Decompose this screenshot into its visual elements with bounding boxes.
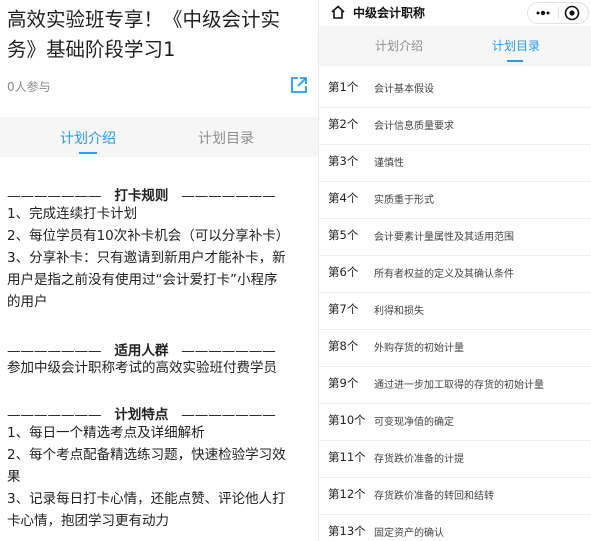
row-title: 利得和损失 <box>374 306 424 317</box>
row-title: 存货跌价准备的计提 <box>374 454 464 465</box>
row-title: 谨慎性 <box>374 158 404 169</box>
catalog-row[interactable]: 第2个 会计信息质量要求 <box>319 107 591 145</box>
tab-plan-catalog[interactable]: 计划目录 <box>198 128 254 148</box>
miniprogram-nav-bar: 中级会计职称 <box>319 0 591 26</box>
row-title: 会计信息质量要求 <box>374 121 454 132</box>
audience-line: 参加中级会计职称考试的高效实验班付费学员 <box>7 360 277 376</box>
row-title: 会计基本假设 <box>374 84 434 95</box>
plan-catalog-panel: 中级会计职称 计划介绍 计划目录 第1个 会计基本假设 第2个 会计信息质量要求 第… <box>318 0 591 541</box>
catalog-row[interactable]: 第12个 存货跌价准备的转回和结转 <box>319 477 591 515</box>
row-title: 固定资产的确认 <box>374 528 444 539</box>
rule-line: 3、分享补卡：只有邀请到新用户才能补卡，新 <box>7 250 286 266</box>
close-icon[interactable] <box>564 5 580 21</box>
rule-line: 1、完成连续打卡计划 <box>7 206 138 222</box>
row-title: 存货跌价准备的转回和结转 <box>374 491 494 502</box>
row-number: 第1个 <box>328 80 359 94</box>
row-title: 实质重于形式 <box>374 195 434 206</box>
active-tab-indicator <box>79 152 97 154</box>
row-title: 外购存货的初始计量 <box>374 343 464 354</box>
row-title: 通过进一步加工取得的存货的初始计量 <box>374 380 544 391</box>
section-title: 计划特点 <box>114 407 169 423</box>
section-title: 打卡规则 <box>114 188 169 204</box>
catalog-row[interactable]: 第6个 所有者权益的定义及其确认条件 <box>319 255 591 293</box>
catalog-row[interactable]: 第10个 可变现净值的确定 <box>319 403 591 441</box>
dash-right: ——————— <box>181 407 276 423</box>
feature-line: 果 <box>7 469 21 485</box>
share-icon[interactable] <box>290 76 308 94</box>
catalog-row[interactable]: 第7个 利得和损失 <box>319 292 591 330</box>
row-number: 第11个 <box>328 450 366 464</box>
row-title: 会计要素计量属性及其适用范围 <box>374 232 514 243</box>
rule-line: 用户是指之前没有使用过“会计爱打卡”小程序 <box>7 272 278 288</box>
row-number: 第10个 <box>328 413 366 427</box>
row-title: 可变现净值的确定 <box>374 417 454 428</box>
rule-line: 2、每位学员有10次补卡机会（可以分享补卡） <box>7 228 290 244</box>
dash-left: ——————— <box>7 188 102 204</box>
tab-plan-intro[interactable]: 计划介绍 <box>60 128 116 148</box>
row-number: 第7个 <box>328 302 359 316</box>
capsule-menu <box>527 2 589 24</box>
capsule-divider <box>558 7 559 19</box>
catalog-row[interactable]: 第13个 固定资产的确认 <box>319 514 591 541</box>
tab-bar: 计划介绍 计划目录 <box>0 117 318 157</box>
row-number: 第3个 <box>328 154 359 168</box>
tab-plan-intro[interactable]: 计划介绍 <box>375 37 423 54</box>
home-icon[interactable] <box>331 5 345 19</box>
plan-title-line-2: 务》基础阶段学习1 <box>7 38 176 61</box>
catalog-row[interactable]: 第1个 会计基本假设 <box>319 70 591 108</box>
catalog-row[interactable]: 第9个 通过进一步加工取得的存货的初始计量 <box>319 366 591 404</box>
section-heading-checkin-rules: ——————— 打卡规则 ——————— <box>7 184 307 204</box>
dash-left: ——————— <box>7 407 102 423</box>
catalog-row[interactable]: 第8个 外购存货的初始计量 <box>319 329 591 367</box>
plan-intro-panel: 高效实验班专享！《中级会计实 务》基础阶段学习1 0人参与 计划介绍 计划目录 … <box>0 0 318 541</box>
feature-line: 卡心情，抱团学习更有动力 <box>7 513 169 529</box>
more-icon[interactable] <box>535 6 551 20</box>
row-number: 第9个 <box>328 376 359 390</box>
catalog-row[interactable]: 第3个 谨慎性 <box>319 144 591 182</box>
row-title: 所有者权益的定义及其确认条件 <box>374 269 514 280</box>
row-number: 第8个 <box>328 339 359 353</box>
feature-line: 2、每个考点配备精选练习题，快速检验学习效 <box>7 447 286 463</box>
tab-bar: 计划介绍 计划目录 <box>319 26 591 66</box>
plan-title: 高效实验班专享！《中级会计实 务》基础阶段学习1 <box>7 5 307 65</box>
section-heading-target-audience: ——————— 适用人群 ——————— <box>7 339 307 359</box>
row-number: 第2个 <box>328 117 359 131</box>
row-number: 第12个 <box>328 487 366 501</box>
catalog-row[interactable]: 第11个 存货跌价准备的计提 <box>319 440 591 478</box>
row-number: 第5个 <box>328 228 359 242</box>
dash-right: ——————— <box>181 188 276 204</box>
section-heading-plan-features: ——————— 计划特点 ——————— <box>7 403 307 423</box>
row-number: 第4个 <box>328 191 359 205</box>
plan-title-line-1: 高效实验班专享！《中级会计实 <box>7 8 281 31</box>
tab-plan-catalog[interactable]: 计划目录 <box>492 37 540 54</box>
catalog-row[interactable]: 第5个 会计要素计量属性及其适用范围 <box>319 218 591 256</box>
catalog-row[interactable]: 第4个 实质重于形式 <box>319 181 591 219</box>
feature-line: 3、记录每日打卡心情，还能点赞、评论他人打 <box>7 491 286 507</box>
row-number: 第13个 <box>328 524 366 538</box>
participant-count: 0人参与 <box>7 80 51 94</box>
active-tab-indicator <box>507 60 523 62</box>
nav-title: 中级会计职称 <box>353 6 426 20</box>
feature-line: 1、每日一个精选考点及详细解析 <box>7 425 205 441</box>
rule-line: 的用户 <box>7 294 48 310</box>
row-number: 第6个 <box>328 265 359 279</box>
